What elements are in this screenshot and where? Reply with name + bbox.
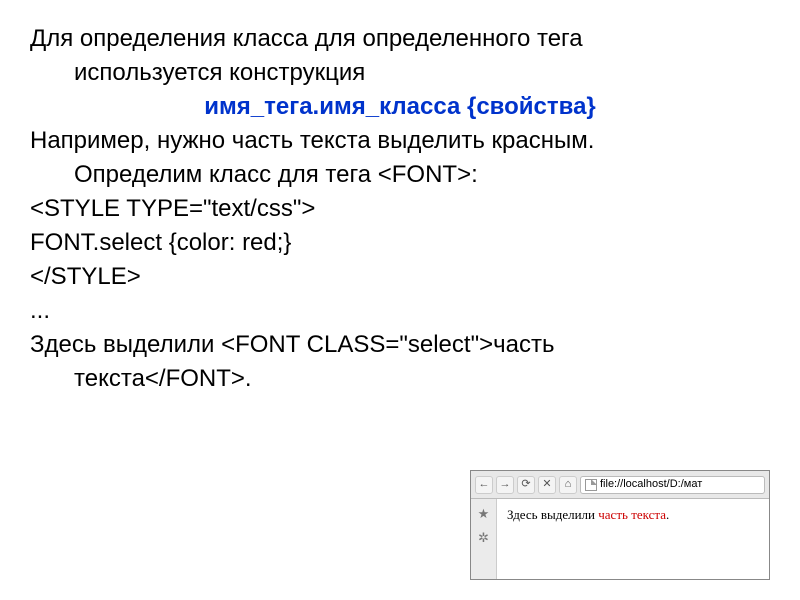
paragraph-2-line-2: Определим класс для тега <FONT>: bbox=[30, 160, 770, 190]
gear-icon[interactable]: ✲ bbox=[475, 529, 493, 547]
browser-toolbar: ← → ⟳ ✕ ⌂ file://localhost/D:/мат bbox=[471, 471, 769, 499]
browser-sidebar: ★ ✲ bbox=[471, 499, 497, 579]
paragraph-3-line-1: Здесь выделили <FONT CLASS="select">част… bbox=[30, 330, 770, 360]
paragraph-3-line-2: текста</FONT>. bbox=[30, 364, 770, 394]
paragraph-2-line-1: Например, нужно часть текста выделить кр… bbox=[30, 126, 770, 156]
ellipsis-line: ... bbox=[30, 296, 770, 326]
rendered-text-period: . bbox=[666, 507, 669, 522]
browser-screenshot: ← → ⟳ ✕ ⌂ file://localhost/D:/мат ★ ✲ Зд… bbox=[470, 470, 770, 580]
address-bar[interactable]: file://localhost/D:/мат bbox=[580, 476, 765, 494]
paragraph-1-line-2: используется конструкция bbox=[30, 58, 770, 88]
home-icon[interactable]: ⌂ bbox=[559, 476, 577, 494]
star-icon[interactable]: ★ bbox=[475, 505, 493, 523]
browser-content: Здесь выделили часть текста. bbox=[497, 499, 769, 579]
paragraph-1-line-1: Для определения класса для определенного… bbox=[30, 24, 770, 54]
rendered-text-black: Здесь выделили bbox=[507, 507, 598, 522]
forward-icon[interactable]: → bbox=[496, 476, 514, 494]
code-line-2: FONT.select {color: red;} bbox=[30, 228, 770, 258]
stop-icon[interactable]: ✕ bbox=[538, 476, 556, 494]
rendered-text-red: часть текста bbox=[598, 507, 666, 522]
code-line-1: <STYLE TYPE="text/css"> bbox=[30, 194, 770, 224]
reload-icon[interactable]: ⟳ bbox=[517, 476, 535, 494]
browser-body: ★ ✲ Здесь выделили часть текста. bbox=[471, 499, 769, 579]
page-icon bbox=[585, 479, 597, 491]
code-line-3: </STYLE> bbox=[30, 262, 770, 292]
address-text: file://localhost/D:/мат bbox=[600, 478, 702, 492]
back-icon[interactable]: ← bbox=[475, 476, 493, 494]
syntax-line: имя_тега.имя_класса {свойства} bbox=[30, 92, 770, 122]
